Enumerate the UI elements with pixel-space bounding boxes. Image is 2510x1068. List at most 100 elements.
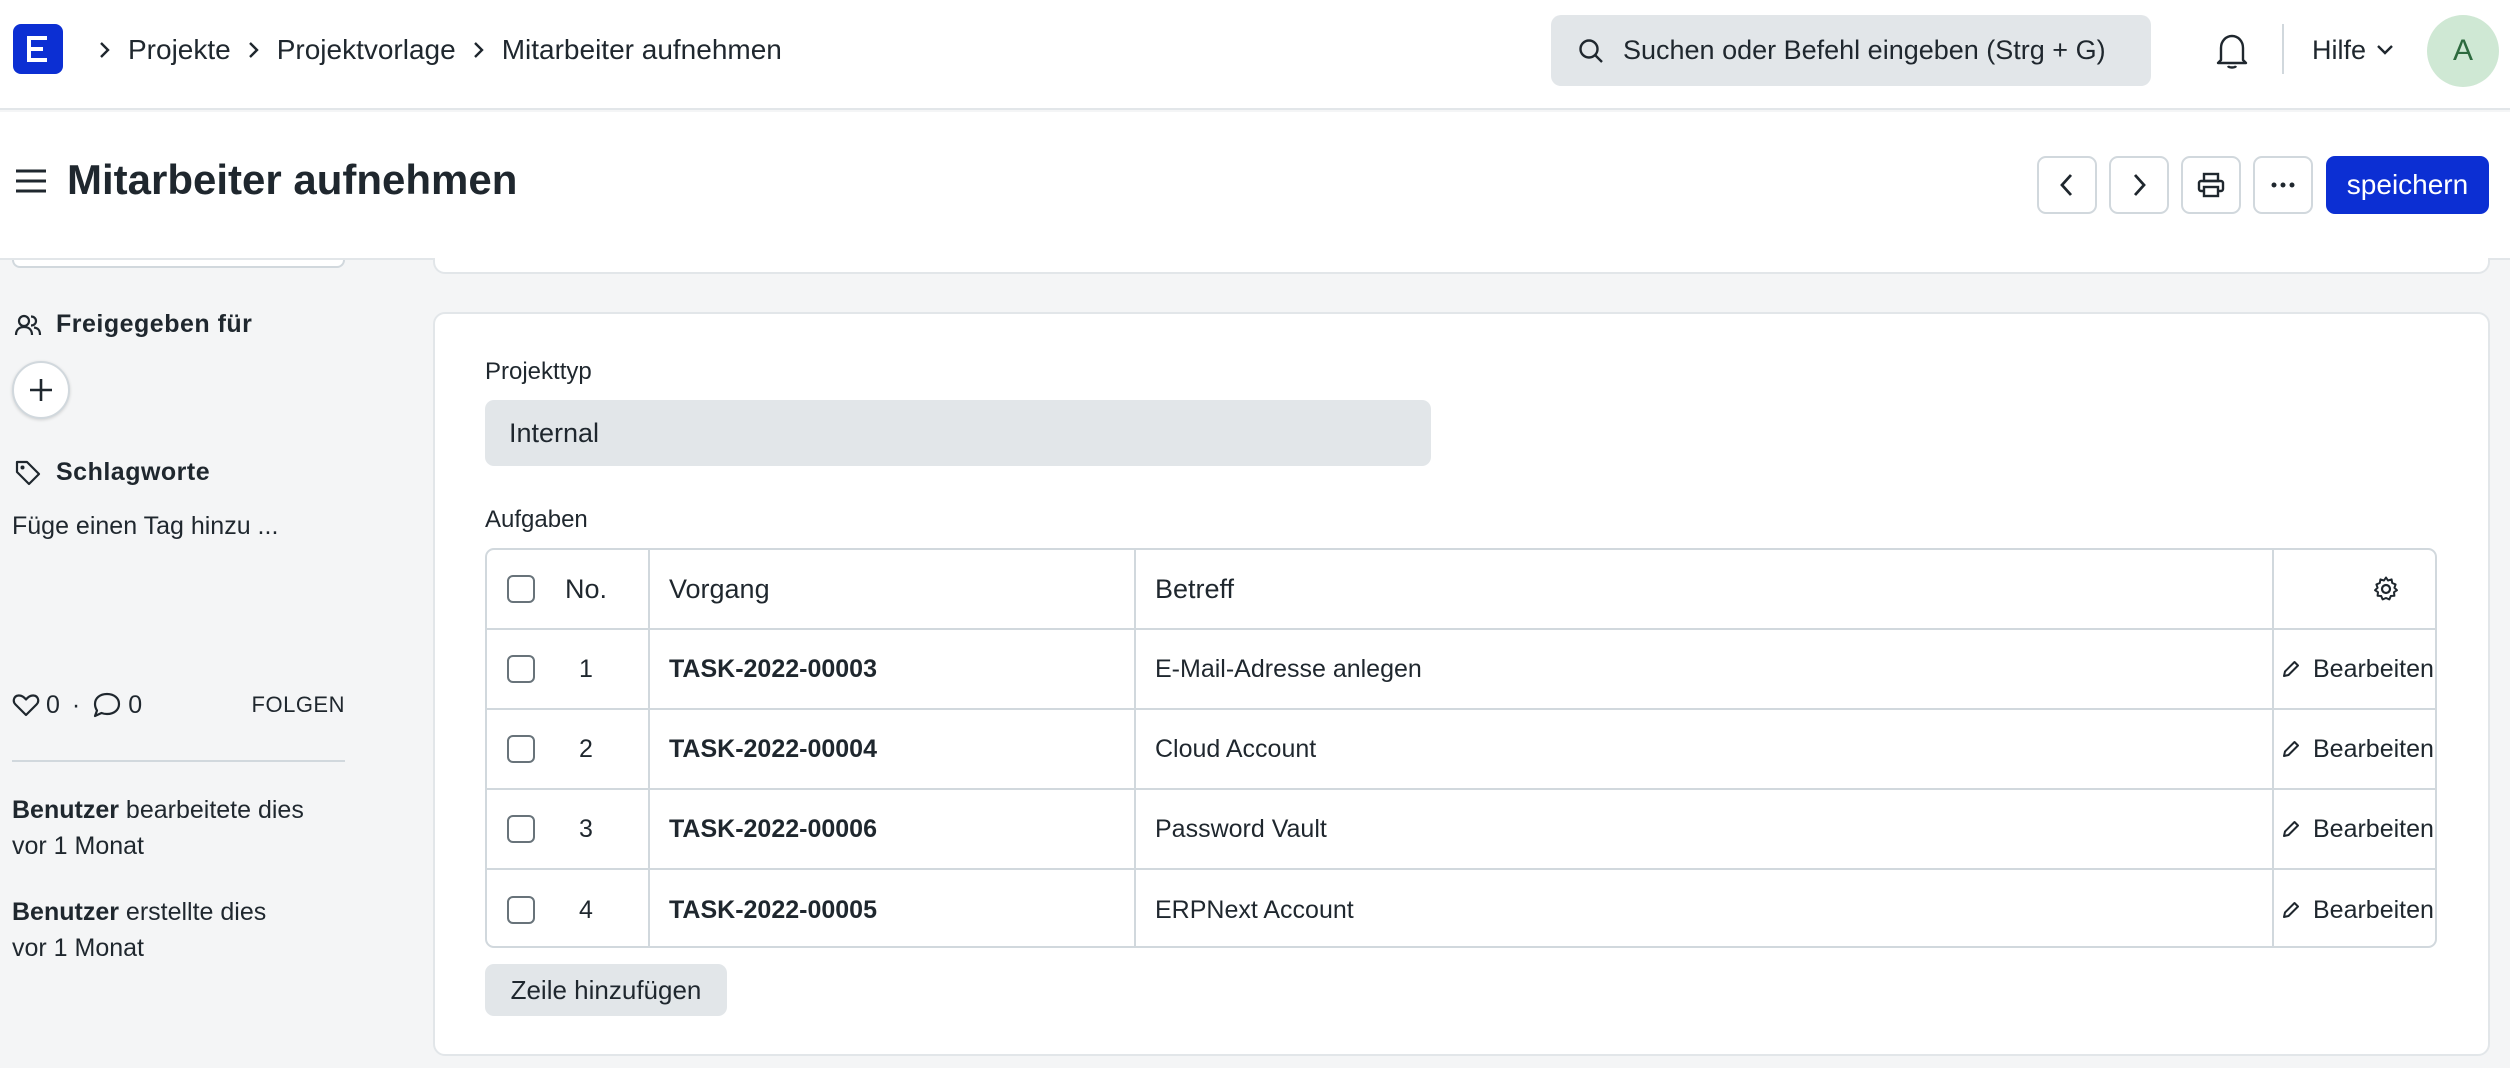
users-icon [14, 313, 42, 337]
app-logo[interactable] [13, 24, 63, 74]
activity-time: vor 1 Monat [12, 934, 145, 962]
row-checkbox[interactable] [507, 870, 535, 946]
help-label: Hilfe [2312, 34, 2367, 65]
comment-count: 0 [128, 690, 143, 719]
notification-bell-icon[interactable] [2212, 30, 2252, 72]
top-navbar: Projekte Projektvorlage Mitarbeiter aufn… [0, 0, 2510, 110]
edit-label: Bearbeiten [2313, 654, 2434, 683]
tags-label: Schlagworte [14, 458, 210, 487]
shared-with-text: Freigegeben für [56, 310, 253, 338]
comment-icon[interactable] [92, 691, 122, 719]
row-number: 2 [579, 734, 593, 763]
table-row[interactable]: 4 TASK-2022-00005 ERPNext Account Bearbe… [487, 870, 2435, 946]
search-input[interactable]: Suchen oder Befehl eingeben (Strg + G) [1551, 15, 2151, 86]
sidebar-divider [12, 760, 345, 762]
shared-with-label: Freigegeben für [14, 310, 252, 339]
row-subject[interactable]: E-Mail-Adresse anlegen [1155, 630, 1422, 708]
row-edit-button[interactable]: Bearbeiten [2281, 870, 2434, 946]
row-edit-button[interactable]: Bearbeiten [2281, 630, 2434, 708]
activity-user[interactable]: Benutzer [12, 898, 119, 926]
sidebar-collapsed-section [12, 260, 345, 268]
save-button[interactable]: speichern [2326, 156, 2489, 214]
avatar-initial: A [2452, 34, 2473, 67]
column-header-no: No. [565, 573, 608, 604]
table-row[interactable]: 2 TASK-2022-00004 Cloud Account Bearbeit… [487, 710, 2435, 790]
activity-item: Benutzer bearbeitete dies vor 1 Monat [12, 792, 345, 864]
chevron-left-icon [2060, 174, 2073, 196]
page-head: Mitarbeiter aufnehmen speichern [0, 112, 2510, 260]
column-settings-icon[interactable] [2372, 550, 2400, 628]
chevron-right-icon [237, 40, 271, 60]
row-number: 1 [579, 654, 593, 683]
add-tag-link[interactable]: Füge einen Tag hinzu ... [12, 512, 278, 541]
form-sidebar: Freigegeben für Schlagworte Füge einen T… [0, 260, 360, 1068]
add-row-button[interactable]: Zeile hinzufügen [485, 964, 727, 1016]
chevron-right-icon [2133, 174, 2146, 196]
print-button[interactable] [2181, 156, 2241, 214]
search-placeholder: Suchen oder Befehl eingeben (Strg + G) [1623, 35, 2106, 65]
edit-label: Bearbeiten [2313, 734, 2434, 763]
row-checkbox[interactable] [507, 630, 535, 708]
row-subject[interactable]: Cloud Account [1155, 710, 1316, 788]
ellipsis-icon [2271, 182, 2295, 188]
row-task-link[interactable]: TASK-2022-00006 [669, 790, 877, 868]
row-task-link[interactable]: TASK-2022-00005 [669, 870, 877, 946]
edit-label: Bearbeiten [2313, 814, 2434, 843]
navbar-divider [2282, 24, 2284, 74]
follow-button[interactable]: FOLGEN [252, 692, 345, 718]
row-task-link[interactable]: TASK-2022-00003 [669, 630, 877, 708]
row-edit-button[interactable]: Bearbeiten [2281, 710, 2434, 788]
chevron-down-icon [2376, 44, 2394, 56]
breadcrumb-current[interactable]: Mitarbeiter aufnehmen [496, 34, 788, 66]
project-type-label: Projekttyp [485, 358, 592, 385]
tag-icon [14, 459, 42, 487]
tasks-table: No. Vorgang Betreff 1 TASK-2022-00003 E-… [485, 548, 2437, 948]
breadcrumb: Projekte Projektvorlage Mitarbeiter aufn… [88, 30, 788, 70]
activity-action: bearbeitete dies [125, 796, 304, 824]
activity-item: Benutzer erstellte dies vor 1 Monat [12, 894, 345, 966]
column-header-task: Vorgang [669, 573, 770, 604]
row-number: 4 [579, 895, 593, 924]
breadcrumb-project-template[interactable]: Projektvorlage [271, 34, 462, 66]
printer-icon [2197, 172, 2225, 198]
tasks-label: Aufgaben [485, 506, 588, 533]
page-title: Mitarbeiter aufnehmen [67, 156, 518, 203]
select-all-checkbox[interactable] [507, 550, 535, 628]
table-row[interactable]: 3 TASK-2022-00006 Password Vault Bearbei… [487, 790, 2435, 870]
table-header-row: No. Vorgang Betreff [487, 550, 2435, 630]
like-count: 0 [46, 690, 60, 719]
add-share-button[interactable] [12, 361, 70, 419]
heart-icon[interactable] [12, 692, 40, 718]
row-subject[interactable]: Password Vault [1155, 790, 1327, 868]
activity-action: erstellte dies [125, 898, 267, 926]
row-checkbox[interactable] [507, 790, 535, 868]
row-subject[interactable]: ERPNext Account [1155, 870, 1354, 946]
table-row[interactable]: 1 TASK-2022-00003 E-Mail-Adresse anlegen… [487, 630, 2435, 710]
sidebar-toggle-icon[interactable] [14, 168, 48, 199]
form-section-card: Projekttyp Internal Aufgaben No. Vorgang… [433, 312, 2490, 1056]
previous-record-button[interactable] [2037, 156, 2097, 214]
next-record-button[interactable] [2109, 156, 2169, 214]
project-type-field[interactable]: Internal [485, 400, 1431, 466]
stats-separator: · [71, 690, 81, 719]
pencil-icon [2281, 900, 2301, 920]
pencil-icon [2281, 739, 2301, 759]
row-task-link[interactable]: TASK-2022-00004 [669, 710, 877, 788]
pencil-icon [2281, 819, 2301, 839]
activity-user[interactable]: Benutzer [12, 796, 119, 824]
chevron-right-icon [462, 40, 496, 60]
help-dropdown[interactable]: Hilfe [2312, 30, 2394, 70]
breadcrumb-projects[interactable]: Projekte [122, 34, 237, 66]
row-edit-button[interactable]: Bearbeiten [2281, 790, 2434, 868]
edit-label: Bearbeiten [2313, 895, 2434, 924]
more-options-button[interactable] [2253, 156, 2313, 214]
row-checkbox[interactable] [507, 710, 535, 788]
plus-icon [30, 379, 52, 401]
social-stats: 0 · 0 FOLGEN [12, 685, 345, 725]
activity-time: vor 1 Monat [12, 832, 145, 860]
search-icon [1577, 37, 1605, 65]
previous-section-card [433, 258, 2490, 274]
chevron-right-icon [88, 40, 122, 60]
avatar[interactable]: A [2427, 15, 2499, 87]
erpnext-logo-icon [27, 36, 47, 62]
